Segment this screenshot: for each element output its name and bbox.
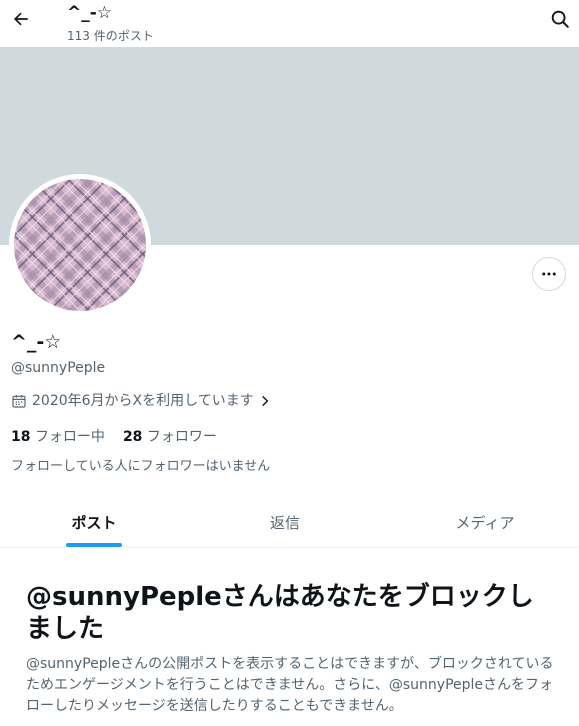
follow-stats: 18 フォロー中 28 フォロワー [11, 428, 217, 446]
search-button[interactable] [549, 8, 571, 30]
followers-you-know: フォローしている人にフォロワーはいません [11, 459, 271, 474]
profile-tabs: ポスト 返信 メディア [0, 498, 579, 548]
post-count: 113 件のポスト [67, 29, 154, 43]
more-horizontal-icon [542, 272, 556, 276]
followers-count: 28 [122, 429, 143, 445]
chevron-right-icon [261, 395, 269, 407]
tab-posts[interactable]: ポスト [0, 498, 188, 546]
active-tab-indicator [66, 543, 122, 547]
arrow-left-icon [14, 12, 28, 26]
followers-link[interactable]: 28 フォロワー [123, 429, 217, 445]
tab-replies[interactable]: 返信 [191, 498, 379, 546]
more-options-button[interactable] [532, 257, 566, 291]
profile-handle: @sunnyPeple [11, 360, 106, 376]
following-label: フォロー中 [34, 429, 105, 445]
followers-label: フォロワー [146, 429, 217, 445]
back-button[interactable] [8, 6, 34, 32]
header-title: ^_-☆ [67, 3, 113, 23]
top-bar: ^_-☆ 113 件のポスト [0, 0, 579, 47]
calendar-icon [12, 395, 26, 408]
following-count: 18 [11, 429, 31, 445]
blocked-message: @sunnyPepleさんの公開ポストを表示することはできますが、ブロックされて… [26, 656, 554, 714]
following-link[interactable]: 18 フォロー中 [11, 429, 105, 445]
tab-media[interactable]: メディア [391, 498, 579, 546]
avatar[interactable] [14, 179, 146, 311]
joined-date-row[interactable]: 2020年6月からXを利用しています [11, 391, 272, 411]
blocked-title: @sunnyPepleさんはあなたをブロックしました [26, 582, 534, 644]
plaid-pattern-image [14, 179, 146, 311]
profile-name: ^_-☆ [11, 331, 62, 353]
joined-date-text: 2020年6月からXを利用しています [32, 393, 254, 409]
search-icon [551, 10, 569, 28]
